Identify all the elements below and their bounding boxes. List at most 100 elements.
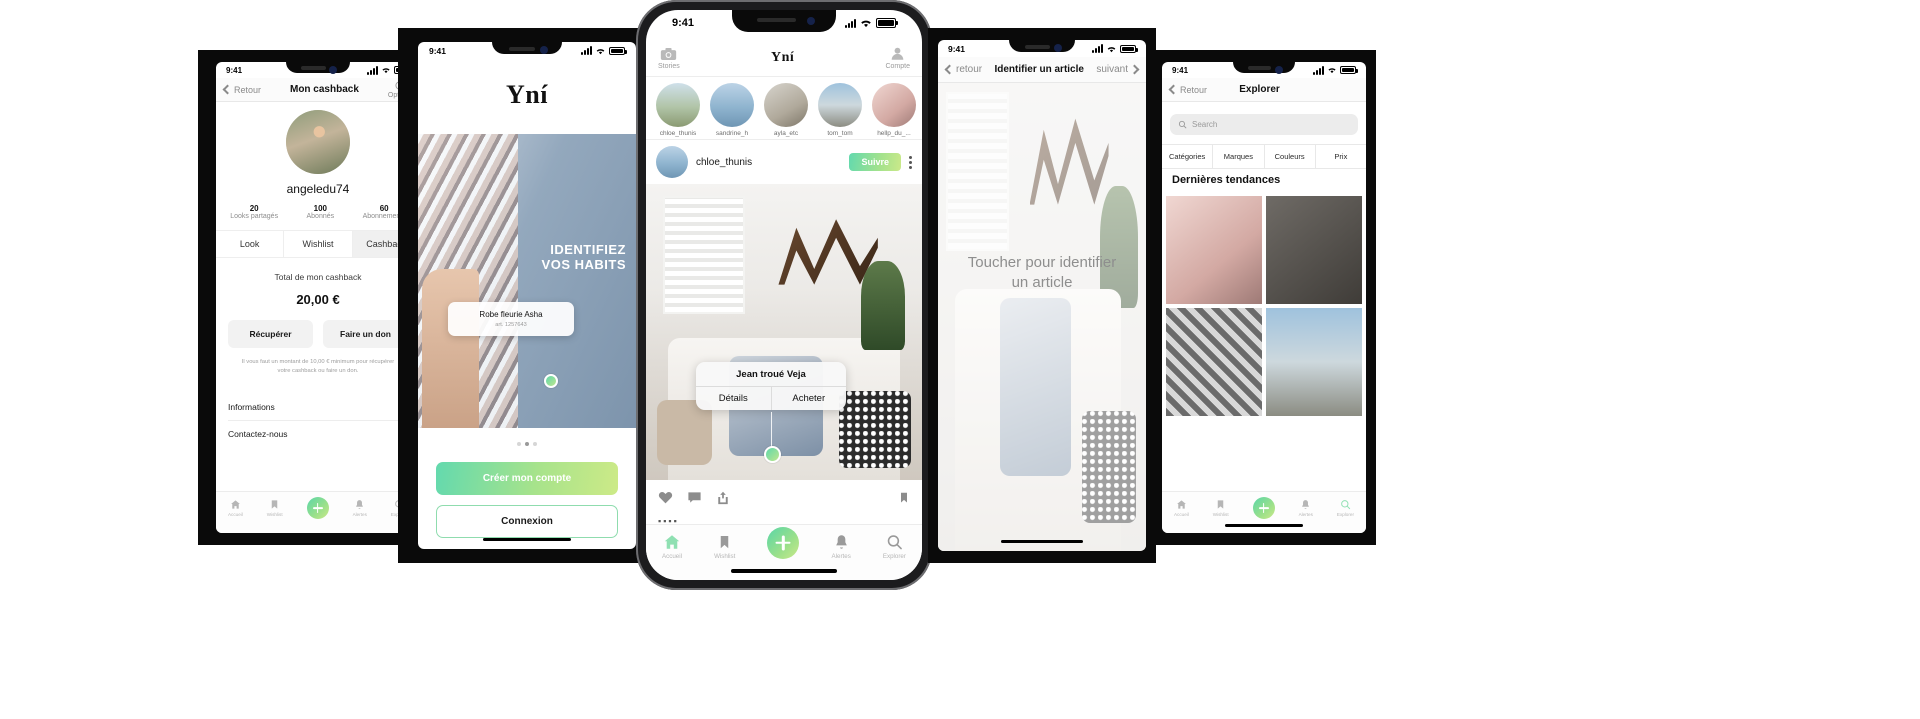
story-item[interactable]: chloe_thunis <box>656 83 700 137</box>
follow-button[interactable]: Suivre <box>849 153 901 171</box>
pager-dot-active[interactable] <box>525 442 529 446</box>
filter-prix[interactable]: Prix <box>1316 145 1366 168</box>
pager-dot[interactable] <box>533 442 537 446</box>
grid-item[interactable] <box>1266 308 1362 416</box>
phone5-navbar: Retour Explorer <box>1162 78 1366 102</box>
battery-icon <box>1340 66 1358 74</box>
avatar[interactable] <box>286 110 350 174</box>
back-button[interactable]: Retour <box>1168 85 1207 95</box>
status-time: 9:41 <box>1172 65 1189 75</box>
phone-mockup-explorer: 9:41 Retour Explorer Search Catégories M… <box>1152 50 1376 545</box>
tabbar-item-accueil[interactable]: Accueil <box>1174 499 1189 517</box>
add-button[interactable] <box>767 527 800 559</box>
filter-couleurs[interactable]: Couleurs <box>1265 145 1316 168</box>
story-avatar[interactable] <box>872 83 916 127</box>
story-avatar[interactable] <box>710 83 754 127</box>
story-item[interactable]: ayla_etc <box>764 83 808 137</box>
phone-mockup-feed: 9:41 Stories Yní Compte chloe_thunis san… <box>636 0 932 590</box>
section-informations[interactable]: Informations <box>228 394 408 421</box>
story-item[interactable]: tom_tom <box>818 83 862 137</box>
add-button[interactable] <box>1252 497 1275 519</box>
post-actions <box>646 480 922 514</box>
story-item[interactable]: sandrine_h <box>710 83 754 137</box>
story-avatar[interactable] <box>818 83 862 127</box>
carousel-pager[interactable] <box>418 442 636 446</box>
pager-dot[interactable] <box>517 442 521 446</box>
create-account-button[interactable]: Créer mon compte <box>436 462 618 495</box>
post-author-avatar[interactable] <box>656 146 688 178</box>
phone4-screen: 9:41 retour Identifier un article suivan… <box>938 40 1146 551</box>
post-header: chloe_thunis Suivre <box>646 140 922 184</box>
filter-marques[interactable]: Marques <box>1213 145 1265 168</box>
grid-item[interactable] <box>1266 196 1362 304</box>
tag-title: Robe fleurie Asha <box>479 310 543 319</box>
phone1-screen: 9:41 Retour Mon cashback Options <box>216 62 420 533</box>
person-icon <box>891 47 904 60</box>
tabbar-label: Alertes <box>831 553 851 560</box>
phone1-sections: Informations Contactez-nous <box>228 394 408 447</box>
post-photo[interactable]: Jean troué Veja Détails Acheter <box>646 184 922 480</box>
identify-photo[interactable]: Toucher pour identifier un article <box>938 83 1146 551</box>
account-button[interactable]: Compte <box>885 46 910 70</box>
story-avatar[interactable] <box>656 83 700 127</box>
tabbar-item-wishlist[interactable]: Wishlist <box>1213 499 1229 517</box>
comment-icon[interactable] <box>687 490 702 505</box>
stat-followers: 100 Abonnés <box>306 204 335 220</box>
tab-wishlist[interactable]: Wishlist <box>284 231 353 257</box>
search-input[interactable]: Search <box>1170 114 1358 135</box>
product-popup[interactable]: Jean troué Veja Détails Acheter <box>696 362 846 410</box>
tabbar-item-wishlist[interactable]: Wishlist <box>714 533 735 560</box>
wifi-icon <box>382 68 390 74</box>
identify-dot-marker[interactable] <box>764 446 781 463</box>
acheter-button[interactable]: Acheter <box>772 387 847 410</box>
tabbar-item-alertes[interactable]: Alertes <box>1299 499 1313 517</box>
phone-mockup-identify: 9:41 retour Identifier un article suivan… <box>928 28 1156 563</box>
next-button[interactable]: suivant <box>1096 64 1140 75</box>
tabbar-label: Accueil <box>227 512 243 517</box>
bookmark-icon <box>271 500 278 509</box>
grid-item[interactable] <box>1166 308 1262 416</box>
tabbar-label: Wishlist <box>266 512 283 517</box>
identify-dot-marker[interactable] <box>544 374 558 388</box>
bookmark-icon <box>720 536 729 549</box>
back-button[interactable]: Retour <box>222 85 261 95</box>
add-button[interactable] <box>306 497 329 519</box>
save-bookmark-icon[interactable] <box>898 490 910 505</box>
filter-categories[interactable]: Catégories <box>1162 145 1214 168</box>
tabbar-item-accueil[interactable]: Accueil <box>228 499 243 517</box>
status-indicators <box>1313 65 1358 75</box>
tabbar-item-accueil[interactable]: Accueil <box>662 533 682 560</box>
screenshot-root: 9:41 Retour Mon cashback Options <box>0 0 1920 719</box>
tab-look[interactable]: Look <box>216 231 285 257</box>
product-tag-card[interactable]: Robe fleurie Asha art. 1257643 <box>448 302 574 336</box>
grid-item[interactable] <box>1166 196 1262 304</box>
login-button[interactable]: Connexion <box>436 505 618 538</box>
tabbar-item-explorer[interactable]: Explorer <box>1337 499 1354 517</box>
recuperer-button[interactable]: Récupérer <box>228 320 313 348</box>
back-button[interactable]: retour <box>944 64 982 75</box>
story-avatar[interactable] <box>764 83 808 127</box>
phone1-cashback-actions: Récupérer Faire un don <box>228 320 408 348</box>
onboarding-hero-image: IDENTIFIEZ VOS HABITS Robe fleurie Asha … <box>418 134 636 428</box>
section-contactez-nous[interactable]: Contactez-nous <box>228 421 408 447</box>
cashback-note: Il vous faut un montant de 10,00 € minim… <box>226 358 410 376</box>
like-heart-icon[interactable] <box>658 490 673 505</box>
home-indicator <box>483 538 571 541</box>
tabbar-label: Accueil <box>1173 512 1189 517</box>
tabbar-item-explorer[interactable]: Explorer <box>883 533 906 560</box>
tabbar-item-alertes[interactable]: Alertes <box>353 499 367 517</box>
details-button[interactable]: Détails <box>696 387 772 410</box>
tabbar-item-alertes[interactable]: Alertes <box>832 533 851 560</box>
tabbar-item-wishlist[interactable]: Wishlist <box>267 499 283 517</box>
stories-button[interactable]: Stories <box>658 47 680 70</box>
tabbar-label: Wishlist <box>1212 512 1229 517</box>
status-time: 9:41 <box>429 45 447 56</box>
status-time: 9:41 <box>672 17 695 29</box>
more-options-icon[interactable] <box>909 155 912 169</box>
wifi-icon <box>1328 68 1336 74</box>
tabbar-label: Wishlist <box>714 553 736 560</box>
share-icon[interactable] <box>716 490 730 505</box>
stories-row[interactable]: chloe_thunis sandrine_h ayla_etc tom_tom… <box>646 76 922 140</box>
faire-un-don-button[interactable]: Faire un don <box>323 320 408 348</box>
story-item[interactable]: hellp_du_... <box>872 83 916 137</box>
